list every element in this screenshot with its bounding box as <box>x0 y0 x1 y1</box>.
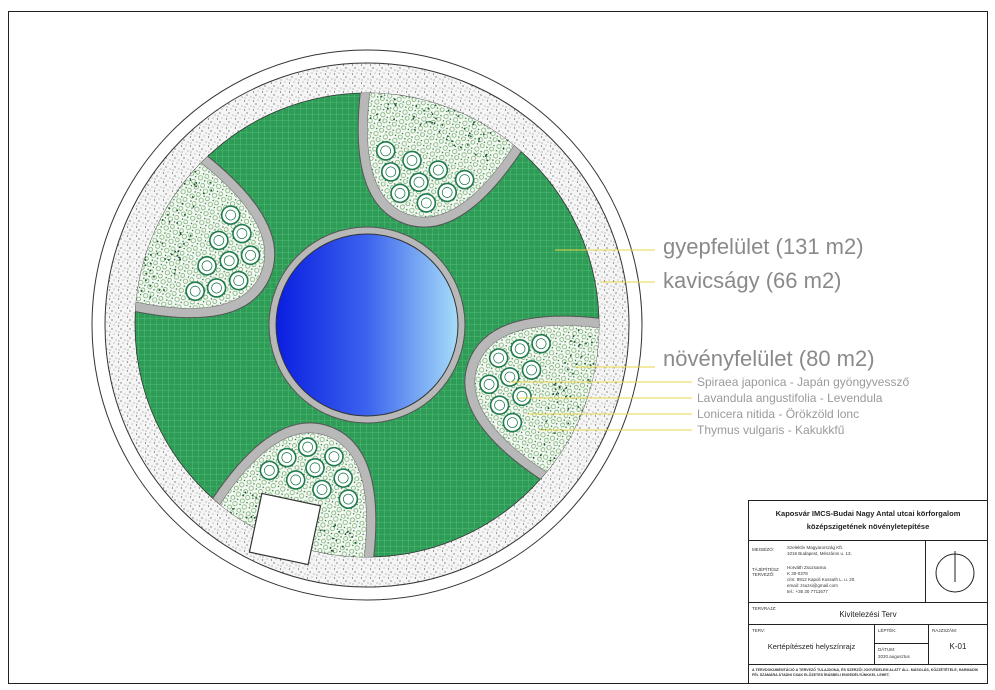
copyright-note: A TERVDOKUMENTÁCIÓ A TERVEZŐ TULAJDONA, … <box>752 668 984 678</box>
drawing-no-caption: RAJZSZÁM: <box>932 628 957 633</box>
utility-box <box>249 493 320 564</box>
sheet-row: TERV: Kertépítészeti helyszínrajz LÉPTÉK… <box>749 625 987 665</box>
drawing-type-row: TERVRAJZ: Kivitelezési Terv <box>749 603 987 625</box>
parties-row: MEGBÍZÓ: Szelektív Magyarország Kft. 101… <box>749 541 987 603</box>
title-row: Kaposvár IMCS-Budai Nagy Antal utcai kör… <box>749 501 987 541</box>
grass-area-label: gyepfelület (131 m2) <box>663 234 864 260</box>
sheet-caption: TERV: <box>752 628 765 633</box>
species-label: Lavandula angustifolia - Levendula <box>697 391 882 405</box>
designer-line: tel.: +36 30 7711677 <box>787 589 828 595</box>
project-subtitle: középszigetének növényletepítése <box>749 522 987 531</box>
date-value: 2020.augusztus <box>878 654 910 660</box>
drawing-number: K-01 <box>929 642 987 651</box>
sheet-name: Kertépítészeti helyszínrajz <box>749 642 874 651</box>
plant-area-label: növényfelület (80 m2) <box>663 346 875 372</box>
gravel-area-label: kavicságy (66 m2) <box>663 268 842 294</box>
scale-caption: LÉPTÉK: <box>878 628 897 633</box>
project-title: Kaposvár IMCS-Budai Nagy Antal utcai kör… <box>749 509 987 518</box>
fountain-water <box>276 234 458 416</box>
divider <box>874 643 928 644</box>
divider <box>925 541 926 603</box>
north-arrow-icon <box>933 549 979 595</box>
divider <box>874 625 875 665</box>
species-label: Spiraea japonica - Japán gyöngyvessző <box>697 375 909 389</box>
client-line: 1016 Budapest, Mészáros u. 13. <box>787 551 852 557</box>
plan-type: Kivitelezési Terv <box>749 610 987 619</box>
date-caption: DÁTUM: <box>878 647 895 652</box>
designer-caption: TÁJÉPÍTÉSZ TERVEZŐ: <box>752 567 782 577</box>
species-label: Lonicera nitida - Örökzöld lonc <box>697 407 859 421</box>
species-label: Thymus vulgaris - Kakukkfű <box>697 423 844 437</box>
client-caption: MEGBÍZÓ: <box>752 547 774 552</box>
title-block: Kaposvár IMCS-Budai Nagy Antal utcai kör… <box>748 500 988 684</box>
